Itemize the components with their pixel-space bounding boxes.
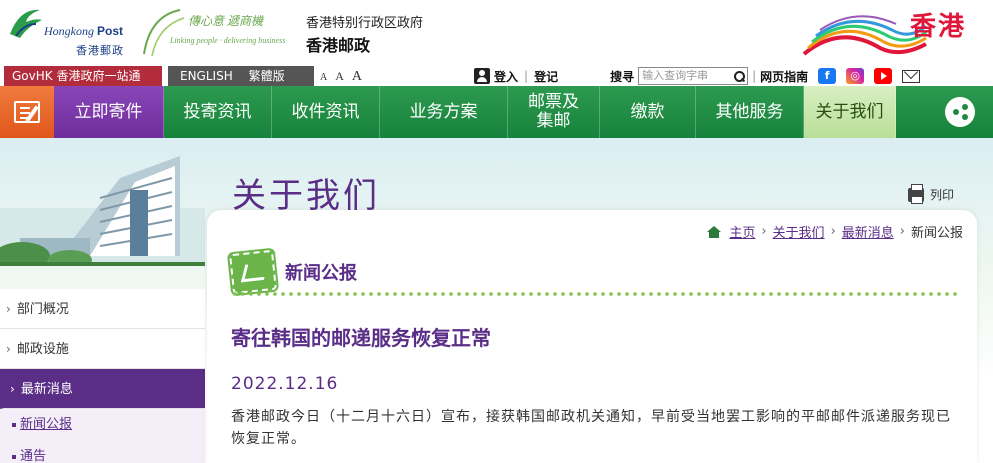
post-bird-icon (10, 9, 42, 38)
slogan-cn: 傳心意 遞商機 (188, 14, 264, 28)
department-title: 香港邮政 (306, 36, 371, 55)
slogan-en: Linking people · delivering business (170, 36, 286, 45)
main-content: 主页 › 关于我们 › 最新消息 › 新闻公报 新闻公报 寄往韩国的邮递服务恢复… (207, 210, 977, 463)
logo-text-cn: 香港郵政 (76, 44, 124, 57)
search-input[interactable]: 输入查询字串 (638, 67, 749, 85)
stamp-icon (226, 247, 280, 297)
nav-stamps-philately[interactable]: 邮票及 集邮 (508, 86, 600, 138)
english-link[interactable]: ENGLISH (180, 69, 233, 83)
breadcrumb-separator: › (830, 224, 836, 239)
nav-receiving-info[interactable]: 收件资讯 (272, 86, 380, 138)
site-header: Hongkong Post 香港郵政 傳心意 遞商機 Linking peopl… (0, 0, 993, 66)
post-building-image (0, 156, 205, 266)
breadcrumb-separator: › (899, 224, 905, 239)
separator: | (524, 69, 529, 83)
nav-about-us[interactable]: 关于我们 (804, 86, 896, 138)
article-date: 2022.12.16 (231, 374, 339, 394)
share-icon (945, 97, 975, 127)
utility-links: 登入 | 登记 搜寻 输入查询字串 | 网页指南 f ◎ (474, 66, 921, 86)
chevron-right-icon: › (6, 342, 11, 356)
print-label: 列印 (930, 188, 955, 202)
sidebar-subitem-label: 通告 (20, 449, 47, 463)
breadcrumb-home[interactable]: 主页 (729, 222, 755, 241)
edit-form-icon (14, 101, 40, 123)
logo-text-en: Hongkong Post (44, 24, 123, 39)
font-medium-button[interactable]: A (335, 66, 344, 86)
govhk-link[interactable]: GovHK 香港政府一站通 (4, 66, 162, 86)
search-icon[interactable] (733, 68, 746, 84)
slogan: 傳心意 遞商機 Linking people · delivering busi… (140, 6, 298, 58)
bullet-icon (12, 422, 16, 427)
facebook-icon[interactable]: f (818, 68, 837, 84)
section-heading: 新闻公报 (226, 247, 357, 297)
home-icon[interactable] (707, 225, 722, 238)
section-title: 新闻公报 (285, 263, 357, 284)
sidebar-subitem-notices[interactable]: 通告 (0, 441, 205, 463)
register-link[interactable]: 登记 (534, 68, 558, 85)
nav-send-now[interactable]: 立即寄件 (54, 86, 164, 138)
breadcrumb-latest-news[interactable]: 最新消息 (842, 222, 894, 241)
chevron-right-icon: › (10, 382, 15, 396)
sidebar: › 部门概况 › 邮政设施 › 最新消息 新闻公报 通告 (0, 289, 205, 463)
youtube-icon[interactable] (874, 68, 893, 84)
breadcrumb-current: 新闻公报 (910, 226, 963, 241)
sidebar-item-postal-facilities[interactable]: › 邮政设施 (0, 329, 205, 369)
traditional-chinese-link[interactable]: 繁體版 (249, 69, 285, 83)
search-placeholder: 输入查询字串 (642, 69, 709, 82)
font-size-controls: A A A (320, 66, 366, 86)
sidebar-item-latest-news[interactable]: › 最新消息 (0, 369, 205, 409)
government-title: 香港特别行政区政府 (306, 16, 424, 31)
login-link[interactable]: 登入 (494, 68, 518, 85)
sidebar-item-department-overview[interactable]: › 部门概况 (0, 289, 205, 329)
logo-hongkong: Hongkong (44, 24, 94, 38)
search-label: 搜寻 (610, 69, 635, 84)
nav-payment[interactable]: 缴款 (600, 86, 696, 138)
sidebar-item-label: 邮政设施 (16, 342, 69, 357)
quick-edit-button[interactable] (0, 86, 54, 138)
web-guide-link[interactable]: 网页指南 (760, 68, 808, 85)
main-navigation: 立即寄件 投寄资讯 收件资讯 业务方案 邮票及 集邮 缴款 其他服务 关于我们 (0, 86, 993, 138)
hongkong-post-logo[interactable]: Hongkong Post 香港郵政 (6, 4, 124, 60)
article-headline: 寄往韩国的邮递服务恢复正常 (231, 326, 491, 350)
sidebar-item-label: 最新消息 (20, 382, 73, 397)
language-switcher: ENGLISH 繁體版 (168, 66, 314, 86)
user-icon[interactable] (474, 68, 490, 84)
breadcrumb: 主页 › 关于我们 › 最新消息 › 新闻公报 (707, 222, 963, 241)
dotted-divider (231, 292, 961, 296)
nav-business-solutions[interactable]: 业务方案 (380, 86, 508, 138)
logo-post: Post (97, 24, 124, 38)
bullet-icon (12, 454, 16, 459)
utility-bar: GovHK 香港政府一站通 ENGLISH 繁體版 A A A 登入 | 登记 … (0, 66, 993, 86)
brand-hk-text: 香港 (909, 12, 966, 42)
instagram-icon[interactable]: ◎ (846, 68, 865, 84)
sidebar-subitem-label: 新闻公报 (20, 417, 73, 432)
font-large-button[interactable]: A (352, 67, 362, 87)
separator: | (752, 69, 757, 83)
print-button[interactable]: 列印 (908, 183, 955, 204)
nav-posting-info[interactable]: 投寄资讯 (164, 86, 272, 138)
breadcrumb-about-us[interactable]: 关于我们 (773, 222, 825, 241)
nav-other-services[interactable]: 其他服务 (696, 86, 804, 138)
printer-icon (908, 183, 924, 204)
breadcrumb-separator: › (761, 224, 767, 239)
share-button[interactable] (939, 86, 981, 138)
brand-hong-kong-logo: 香港 (800, 4, 970, 62)
article-body: 香港邮政今日（十二月十六日）宣布，接获韩国邮政机关通知，早前受当地罢工影响的平邮… (231, 409, 951, 447)
sidebar-subitem-press-releases[interactable]: 新闻公报 (0, 409, 205, 441)
font-small-button[interactable]: A (320, 68, 327, 88)
chevron-right-icon: › (6, 302, 11, 316)
mail-icon[interactable] (902, 69, 921, 83)
sidebar-item-label: 部门概况 (16, 302, 69, 317)
